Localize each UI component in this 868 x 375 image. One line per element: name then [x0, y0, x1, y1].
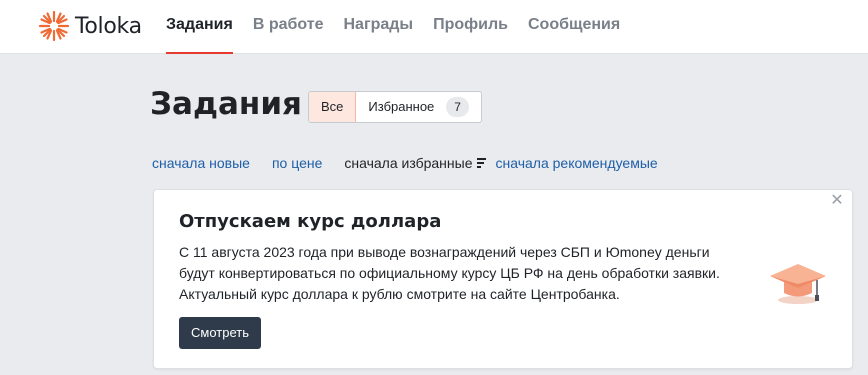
banner-text-line: С 11 августа 2023 года при выводе вознаг… — [179, 244, 710, 260]
sort-descending-icon — [476, 158, 486, 168]
sort-options: сначала новые по цене сначала избранные … — [152, 155, 658, 171]
top-bar: Toloka Задания В работе Награды Профиль … — [0, 0, 868, 54]
favorites-count-badge: 7 — [446, 97, 469, 117]
page-title: Задания — [150, 86, 302, 122]
nav-tab-in-progress[interactable]: В работе — [253, 0, 324, 54]
task-filter-toggle: Все Избранное 7 — [308, 91, 482, 123]
sort-favorites-active[interactable]: сначала избранные — [344, 155, 486, 171]
filter-favorites-label: Избранное — [368, 99, 435, 114]
nav-tab-profile[interactable]: Профиль — [433, 0, 508, 54]
sort-price-link[interactable]: по цене — [272, 155, 322, 171]
banner-text: С 11 августа 2023 года при выводе вознаг… — [179, 242, 769, 305]
brand-name: Toloka — [75, 13, 142, 39]
view-button[interactable]: Смотреть — [179, 317, 261, 349]
sort-favorites-label: сначала избранные — [344, 155, 473, 171]
toloka-sun-icon — [38, 10, 70, 42]
close-icon[interactable]: ✕ — [828, 192, 846, 210]
nav-tab-tasks[interactable]: Задания — [166, 0, 233, 54]
banner-text-line: Актуальный курс доллара к рублю смотрите… — [179, 286, 620, 302]
graduation-cap-icon — [770, 264, 826, 304]
sort-recommended-link[interactable]: сначала рекомендуемые — [496, 155, 658, 171]
main-nav: Задания В работе Награды Профиль Сообщен… — [166, 0, 640, 54]
filter-favorites-button[interactable]: Избранное 7 — [356, 92, 481, 122]
nav-tab-messages[interactable]: Сообщения — [528, 0, 620, 54]
filter-all-button[interactable]: Все — [309, 92, 357, 122]
banner-text-line: будут конвертироваться по официальному к… — [179, 265, 720, 281]
nav-tab-rewards[interactable]: Награды — [343, 0, 413, 54]
toloka-logo[interactable]: Toloka — [38, 10, 142, 42]
banner-title: Отпускаем курс доллара — [179, 211, 442, 232]
sort-newest-link[interactable]: сначала новые — [152, 155, 250, 171]
announcement-banner: ✕ Отпускаем курс доллара С 11 августа 20… — [153, 189, 853, 369]
